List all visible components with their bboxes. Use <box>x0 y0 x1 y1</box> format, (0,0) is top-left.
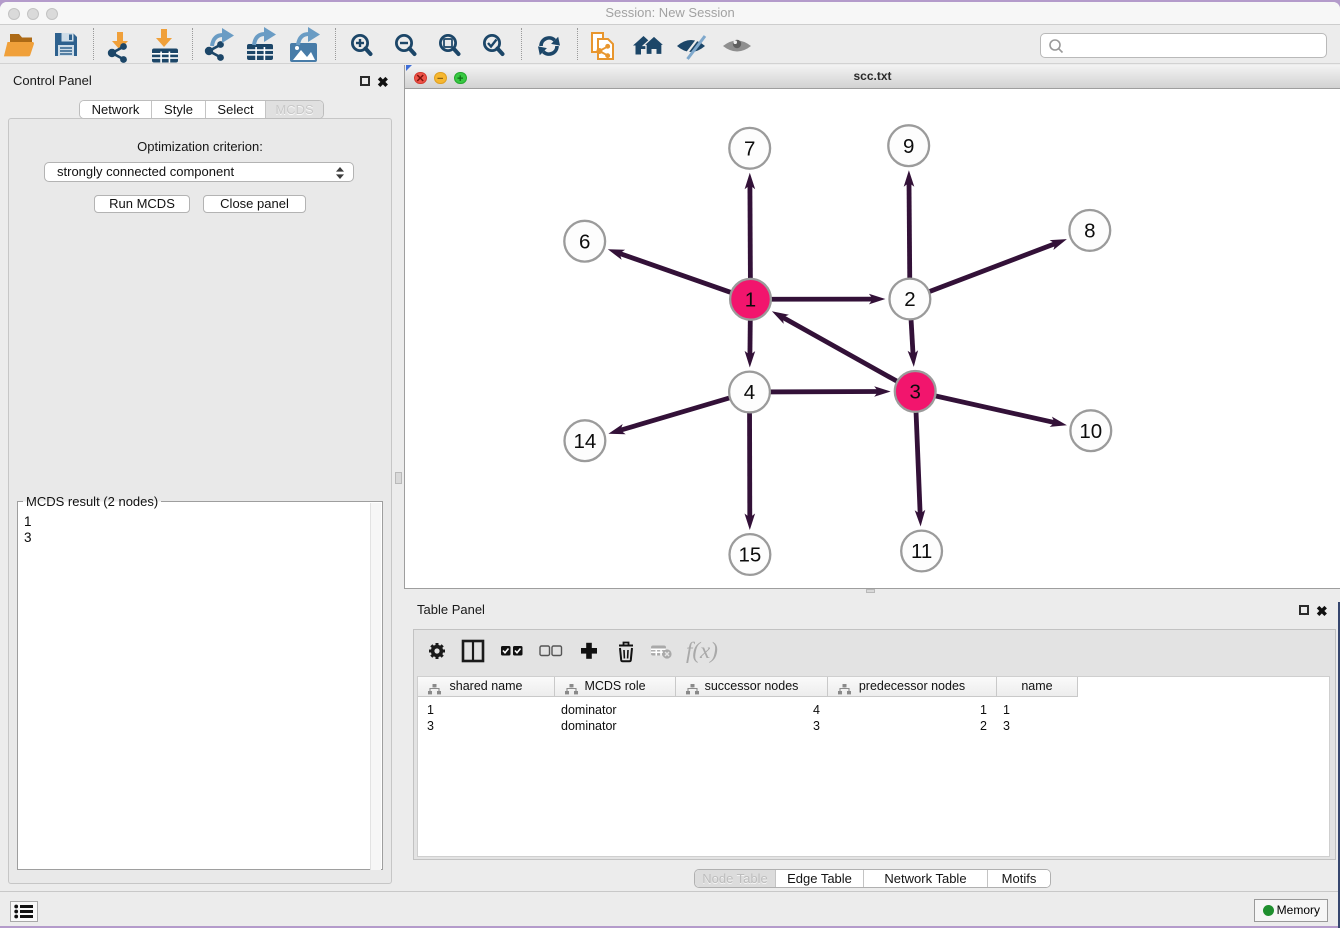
svg-text:4: 4 <box>744 381 755 404</box>
svg-text:1: 1 <box>745 289 756 312</box>
svg-text:11: 11 <box>911 540 932 563</box>
svg-text:10: 10 <box>1079 420 1102 443</box>
svg-text:8: 8 <box>1084 220 1095 243</box>
svg-text:6: 6 <box>579 230 590 253</box>
svg-text:9: 9 <box>903 135 914 158</box>
svg-text:14: 14 <box>573 430 596 453</box>
svg-text:2: 2 <box>904 288 915 311</box>
svg-text:15: 15 <box>738 544 761 567</box>
svg-text:f(x): f(x) <box>686 638 718 663</box>
svg-text:3: 3 <box>909 381 920 404</box>
svg-text:7: 7 <box>744 138 755 161</box>
